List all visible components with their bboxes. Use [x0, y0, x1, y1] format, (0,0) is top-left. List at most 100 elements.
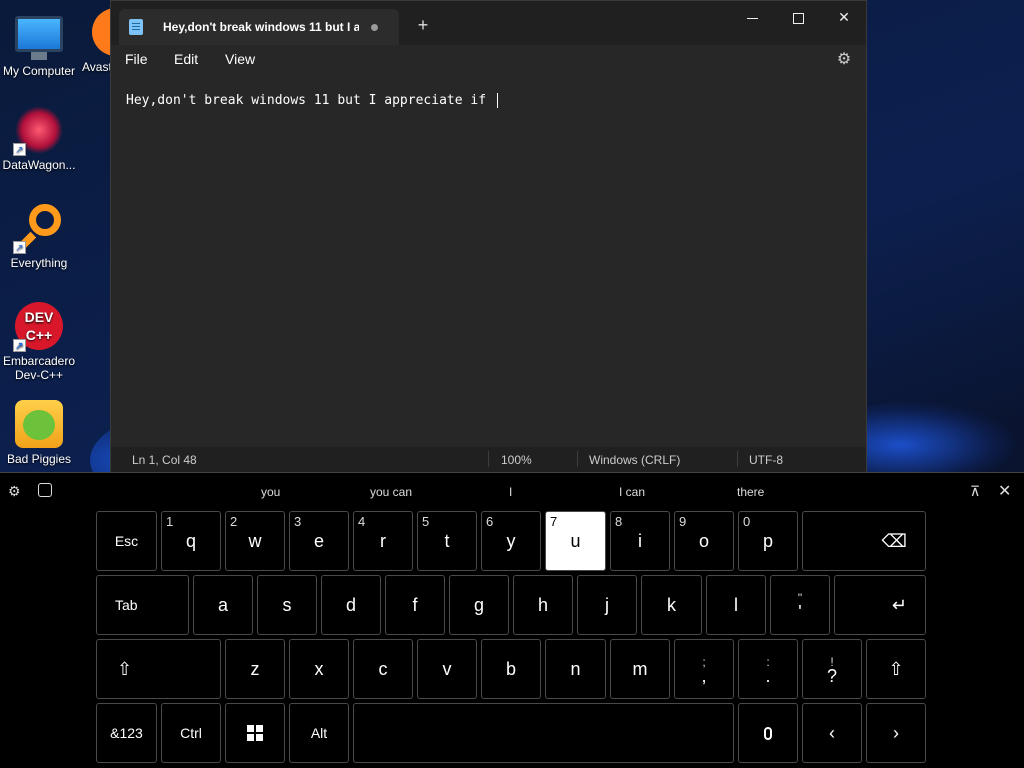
key-h[interactable]: h — [513, 575, 573, 635]
key-period[interactable]: :. — [738, 639, 798, 699]
key-v[interactable]: v — [417, 639, 477, 699]
key-i[interactable]: 8i — [610, 511, 670, 571]
menu-view[interactable]: View — [225, 51, 255, 67]
key-shift-right[interactable]: ⇧ — [866, 639, 926, 699]
key-r[interactable]: 4r — [353, 511, 413, 571]
key-d[interactable]: d — [321, 575, 381, 635]
desktop-icon-bad-piggies[interactable]: Bad Piggies — [0, 400, 78, 466]
key-esc[interactable]: Esc — [96, 511, 157, 571]
enter-icon: ↵ — [891, 594, 907, 615]
keyboard-toolbar: ⚙ you you can I I can there ⊼ ✕ — [0, 473, 1024, 509]
key-symbols[interactable]: &123 — [96, 703, 157, 763]
maximize-icon — [792, 12, 804, 24]
unsaved-dot-icon[interactable] — [371, 23, 378, 31]
desktop-icon-label: My Computer — [2, 64, 76, 78]
keyboard-settings-icon[interactable]: ⚙ — [8, 483, 21, 500]
key-f[interactable]: f — [385, 575, 445, 635]
key-k[interactable]: k — [641, 575, 702, 635]
line-ending: Windows (CRLF) — [589, 453, 681, 467]
key-o[interactable]: 9o — [674, 511, 734, 571]
shift-icon: ⇧ — [117, 658, 133, 679]
key-backspace[interactable]: ⌫ — [802, 511, 926, 571]
key-quote[interactable]: " ' — [770, 575, 830, 635]
key-j[interactable]: j — [577, 575, 637, 635]
shortcut-arrow-icon: ↗ — [13, 143, 26, 156]
key-x[interactable]: x — [289, 639, 349, 699]
key-question[interactable]: !? — [802, 639, 862, 699]
suggestion-i[interactable]: I — [509, 485, 512, 499]
key-t[interactable]: 5t — [417, 511, 477, 571]
desktop-icon-label: Everything — [10, 256, 68, 270]
touch-keyboard: ⚙ you you can I I can there ⊼ ✕ Esc 1q 2… — [0, 472, 1024, 768]
text-editor[interactable]: Hey,don't break windows 11 but I appreci… — [111, 77, 866, 439]
editor-content: Hey,don't break windows 11 but I appreci… — [126, 93, 494, 108]
key-a[interactable]: a — [193, 575, 253, 635]
key-m[interactable]: m — [610, 639, 670, 699]
key-s[interactable]: s — [257, 575, 317, 635]
menu-bar: File Edit View ⚙ — [111, 45, 866, 77]
settings-gear-icon[interactable]: ⚙ — [835, 51, 853, 69]
backspace-icon: ⌫ — [881, 530, 907, 551]
key-space[interactable] — [353, 703, 734, 763]
desktop-icon-label: Bad Piggies — [6, 452, 72, 466]
desktop-icon-my-computer[interactable]: My Computer — [0, 8, 78, 78]
suggestion-i-can[interactable]: I can — [619, 485, 645, 499]
computer-icon — [15, 16, 63, 52]
menu-file[interactable]: File — [125, 51, 148, 67]
shortcut-arrow-icon: ↗ — [13, 241, 26, 254]
emoji-icon[interactable] — [38, 483, 52, 497]
key-ctrl[interactable]: Ctrl — [161, 703, 221, 763]
key-microphone[interactable] — [738, 703, 798, 763]
datawagon-icon: ↗ — [13, 106, 63, 156]
suggestion-you-can[interactable]: you can — [370, 485, 412, 499]
key-c[interactable]: c — [353, 639, 413, 699]
maximize-button[interactable] — [775, 1, 821, 33]
key-b[interactable]: b — [481, 639, 541, 699]
key-g[interactable]: g — [449, 575, 509, 635]
key-n[interactable]: n — [545, 639, 606, 699]
desktop-icon-everything[interactable]: ↗ Everything — [0, 204, 78, 270]
key-tab[interactable]: Tab — [96, 575, 189, 635]
key-enter[interactable]: ↵ — [834, 575, 926, 635]
close-keyboard-icon[interactable]: ✕ — [998, 481, 1011, 501]
desktop-icon-datawagon[interactable]: ↗ DataWagon... — [0, 106, 78, 172]
avast-icon — [92, 8, 110, 56]
desktop-icon-devcpp[interactable]: DEV C++ ↗ Embarcadero Dev-C++ — [0, 302, 78, 382]
microphone-icon — [764, 726, 772, 740]
zoom-level: 100% — [501, 453, 532, 467]
key-q[interactable]: 1q — [161, 511, 221, 571]
new-tab-button[interactable]: + — [411, 13, 435, 37]
minimize-icon — [746, 17, 758, 19]
key-shift-left[interactable]: ⇧ — [96, 639, 221, 699]
key-comma[interactable]: ;, — [674, 639, 734, 699]
cursor-position: Ln 1, Col 48 — [132, 453, 197, 467]
suggestion-you[interactable]: you — [261, 485, 280, 499]
dock-keyboard-icon[interactable]: ⊼ — [970, 483, 980, 500]
key-e[interactable]: 3e — [289, 511, 349, 571]
key-right-arrow[interactable]: › — [866, 703, 926, 763]
status-bar: Ln 1, Col 48 100% Windows (CRLF) UTF-8 — [111, 447, 866, 473]
encoding: UTF-8 — [749, 453, 783, 467]
text-caret — [496, 93, 498, 108]
key-left-arrow[interactable]: ‹ — [802, 703, 862, 763]
desktop-icon-avast[interactable]: Avast Bro — [80, 8, 110, 74]
key-w[interactable]: 2w — [225, 511, 285, 571]
key-alt[interactable]: Alt — [289, 703, 349, 763]
document-tab[interactable]: Hey,don't break windows 11 but I ap — [119, 9, 399, 45]
key-u[interactable]: 7u — [545, 511, 606, 571]
key-z[interactable]: z — [225, 639, 285, 699]
menu-edit[interactable]: Edit — [174, 51, 198, 67]
key-p[interactable]: 0p — [738, 511, 798, 571]
close-button[interactable]: ✕ — [821, 1, 867, 33]
key-l[interactable]: l — [706, 575, 766, 635]
bad-piggies-icon — [15, 400, 63, 448]
key-windows[interactable] — [225, 703, 285, 763]
notepad-icon — [129, 19, 143, 35]
shift-icon: ⇧ — [888, 658, 904, 679]
desktop-icon-label: DataWagon... — [2, 158, 76, 172]
title-bar: Hey,don't break windows 11 but I ap + ✕ — [111, 1, 866, 45]
devcpp-icon: DEV C++ ↗ — [13, 302, 63, 352]
minimize-button[interactable] — [729, 1, 775, 33]
key-y[interactable]: 6y — [481, 511, 541, 571]
suggestion-there[interactable]: there — [737, 485, 764, 499]
